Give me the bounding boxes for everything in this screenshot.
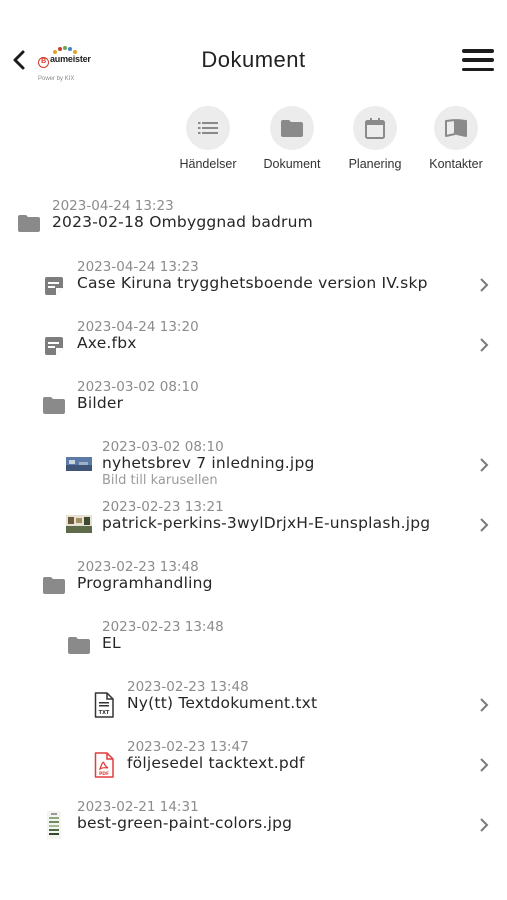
folder-icon xyxy=(43,576,65,594)
item-time: 2023-02-23 13:21 xyxy=(102,499,224,515)
item-name: Ny(tt) Textdokument.txt xyxy=(127,694,318,712)
chevron-right-icon xyxy=(478,757,490,773)
item-time: 2023-02-23 13:48 xyxy=(127,679,249,695)
section-nav: Händelser Dokument Planering Kontakter xyxy=(0,106,507,176)
chevron-right-icon xyxy=(478,457,490,473)
image-thumbnail-icon xyxy=(66,457,92,471)
calendar-icon xyxy=(365,117,385,139)
item-name: Bilder xyxy=(77,394,124,412)
item-name: EL xyxy=(102,634,121,652)
folder-icon xyxy=(43,396,65,414)
item-description: Bild till karusellen xyxy=(102,473,218,488)
item-name: Programhandling xyxy=(77,574,213,592)
nav-planering[interactable]: Planering xyxy=(335,106,415,171)
note-icon xyxy=(45,337,63,355)
nav-label: Händelser xyxy=(179,157,237,171)
note-icon xyxy=(45,277,63,295)
nav-circle xyxy=(270,106,314,150)
item-time: 2023-03-02 08:10 xyxy=(77,379,199,395)
book-icon xyxy=(445,119,467,137)
item-name: best-green-paint-colors.jpg xyxy=(77,814,293,832)
nav-circle xyxy=(353,106,397,150)
item-time: 2023-04-24 13:23 xyxy=(52,198,174,214)
folder-icon xyxy=(68,636,90,654)
list-item-folder[interactable]: 2023-02-23 13:48 Programhandling xyxy=(0,557,507,607)
nav-dokument[interactable]: Dokument xyxy=(252,106,332,171)
svg-text:PDF: PDF xyxy=(99,771,109,777)
item-time: 2023-02-23 13:47 xyxy=(127,739,249,755)
nav-circle xyxy=(186,106,230,150)
item-name: 2023-02-18 Ombyggnad badrum xyxy=(52,213,313,231)
nav-kontakter[interactable]: Kontakter xyxy=(416,106,496,171)
chevron-right-icon xyxy=(478,517,490,533)
powered-by-text: Power by KIX xyxy=(38,76,75,82)
txt-file-icon: TXT xyxy=(93,692,115,718)
item-time: 2023-03-02 08:10 xyxy=(102,439,224,455)
nav-circle xyxy=(434,106,478,150)
pdf-file-icon: PDF xyxy=(93,752,115,778)
chevron-right-icon xyxy=(478,817,490,833)
nav-handelser[interactable]: Händelser xyxy=(168,106,248,171)
item-name: nyhetsbrev 7 inledning.jpg xyxy=(102,454,315,472)
item-time: 2023-02-23 13:48 xyxy=(102,619,224,635)
menu-line xyxy=(462,58,494,62)
nav-label: Dokument xyxy=(263,157,321,171)
item-time: 2023-04-24 13:20 xyxy=(77,319,199,335)
list-icon xyxy=(198,122,218,134)
image-thumbnail-icon xyxy=(66,515,92,533)
item-name: följesedel tacktext.pdf xyxy=(127,754,305,772)
list-item-folder[interactable]: 2023-03-02 08:10 Bilder xyxy=(0,377,507,427)
list-item-file[interactable]: 2023-04-24 13:20 Axe.fbx xyxy=(0,317,507,367)
svg-text:TXT: TXT xyxy=(99,710,110,716)
chevron-right-icon xyxy=(478,697,490,713)
list-item-folder[interactable]: 2023-02-23 13:48 EL xyxy=(0,617,507,667)
folder-icon xyxy=(281,119,303,137)
item-time: 2023-04-24 13:23 xyxy=(77,259,199,275)
item-time: 2023-02-23 13:48 xyxy=(77,559,199,575)
page-title: Dokument xyxy=(201,47,306,72)
menu-line xyxy=(462,67,494,71)
list-item-file[interactable]: 2023-02-23 13:47 PDF följesedel tacktext… xyxy=(0,737,507,787)
nav-label: Kontakter xyxy=(429,157,483,171)
menu-line xyxy=(462,49,494,53)
list-item-file[interactable]: 2023-04-24 13:23 Case Kiruna trygghetsbo… xyxy=(0,257,507,307)
item-name: patrick-perkins-3wylDrjxH-E-unsplash.jpg xyxy=(102,514,431,532)
list-item-image[interactable]: 2023-02-21 14:31 best-green-paint-colors… xyxy=(0,797,507,847)
item-name: Axe.fbx xyxy=(77,334,137,352)
list-item-file[interactable]: 2023-02-23 13:48 TXT Ny(tt) Textdokument… xyxy=(0,677,507,727)
list-item-image[interactable]: 2023-02-23 13:21 patrick-perkins-3wylDrj… xyxy=(0,497,507,547)
item-time: 2023-02-21 14:31 xyxy=(77,799,199,815)
chevron-right-icon xyxy=(478,277,490,293)
folder-icon xyxy=(18,214,40,232)
hamburger-menu-button[interactable] xyxy=(462,49,494,71)
list-item-folder[interactable]: 2023-04-24 13:23 2023-02-18 Ombyggnad ba… xyxy=(0,196,507,246)
app-header: Baumeister Power by KIX Dokument xyxy=(0,0,507,100)
item-name: Case Kiruna trygghetsboende version IV.s… xyxy=(77,274,428,292)
list-item-image[interactable]: 2023-03-02 08:10 nyhetsbrev 7 inledning.… xyxy=(0,437,507,493)
image-thumbnail-icon xyxy=(46,811,62,839)
nav-label: Planering xyxy=(348,157,402,171)
chevron-right-icon xyxy=(478,337,490,353)
